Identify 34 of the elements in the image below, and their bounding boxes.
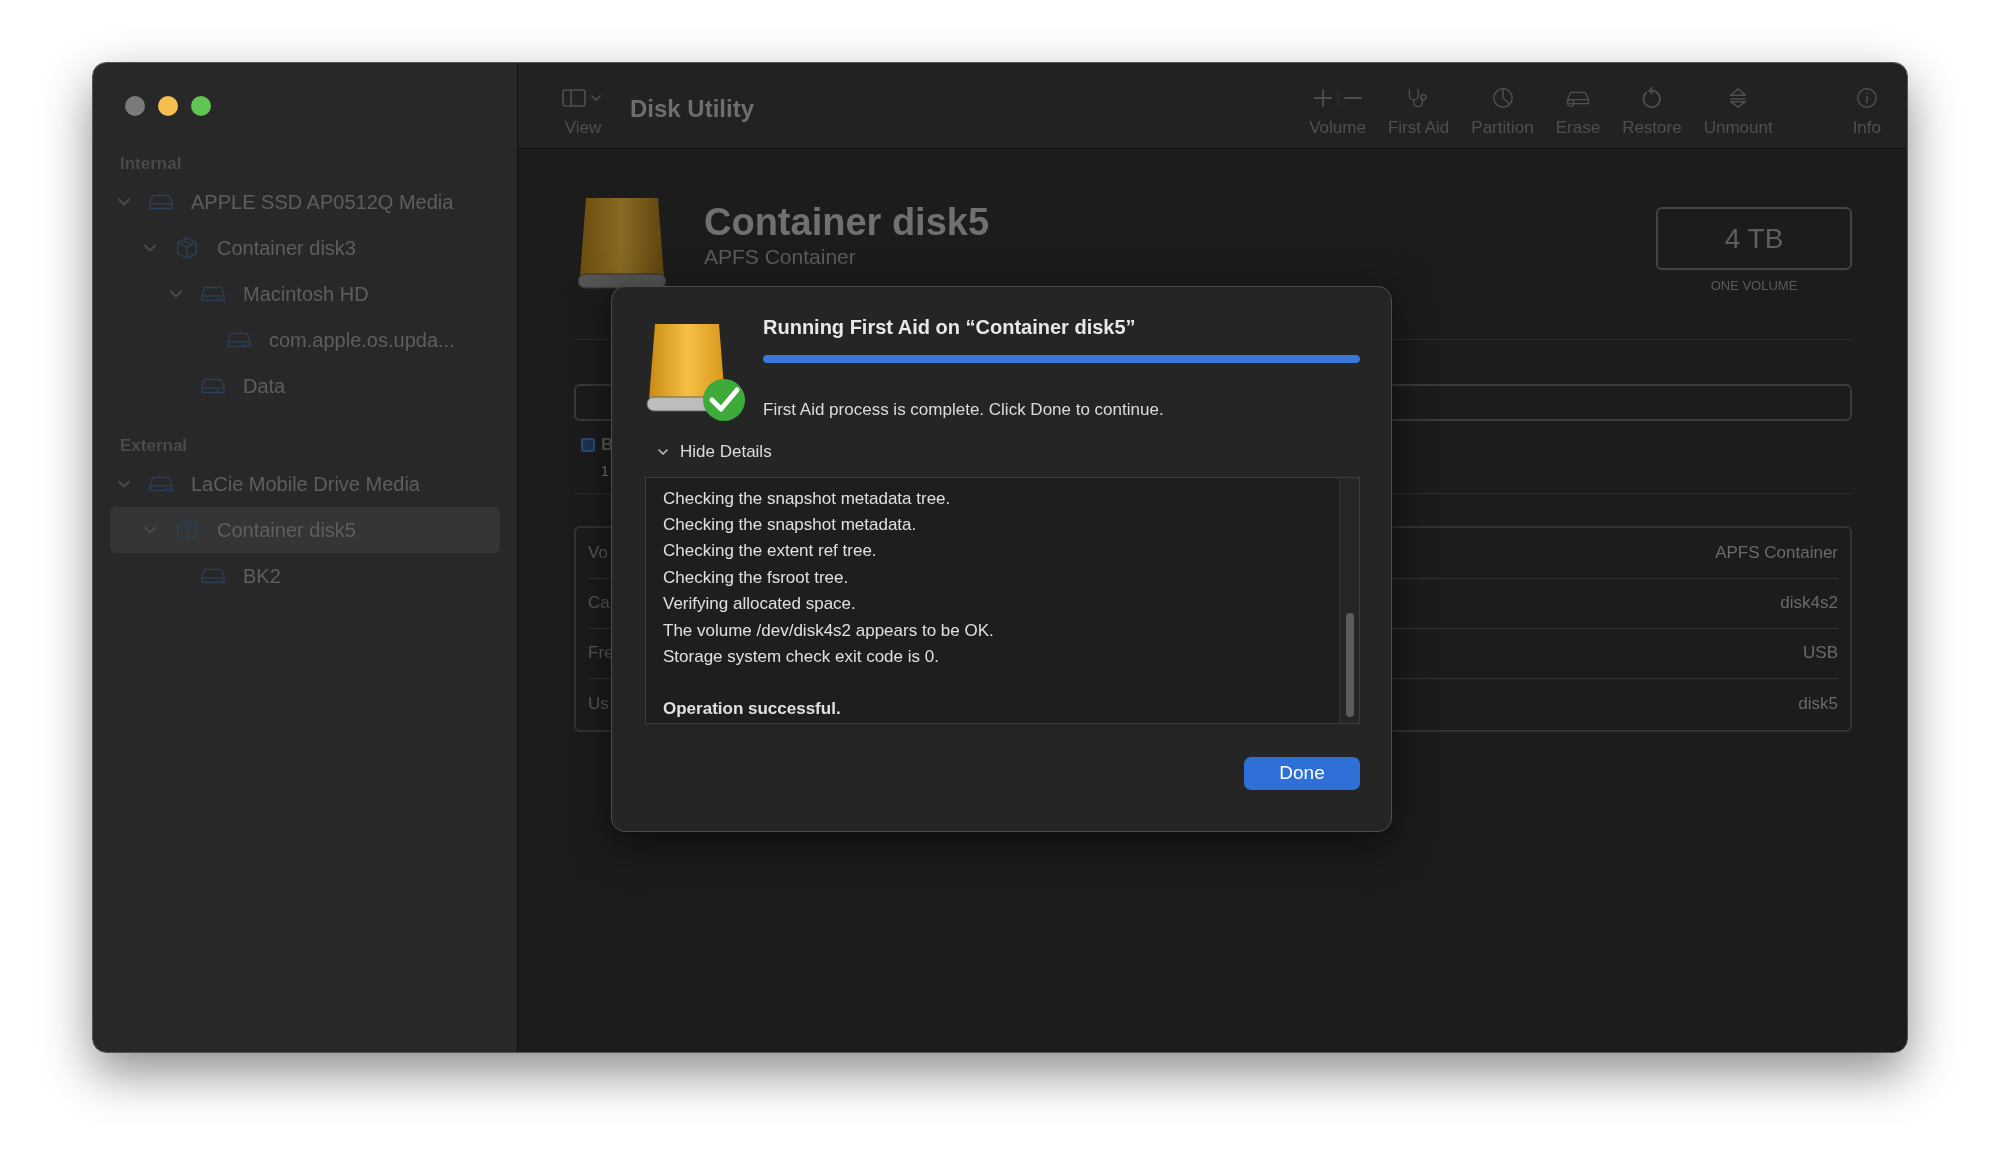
log-line: Checking the fsroot tree. [663, 566, 850, 589]
window-control[interactable] [191, 96, 211, 116]
done-button[interactable]: Done [1244, 756, 1360, 790]
box-icon [174, 518, 200, 542]
table-cell-text: USB [1803, 642, 1838, 665]
log-line: Verifying allocated space. [663, 593, 857, 616]
details-toggle[interactable]: Hide Details [655, 439, 772, 465]
dialog-title: Running First Aid on “Container disk5” [763, 315, 1137, 340]
log-summary: Operation successful. [663, 698, 842, 721]
log-line: Checking the extent ref tree. [663, 540, 878, 563]
plus-minus-icon [1311, 86, 1364, 109]
log-line: The volume /dev/disk4s2 appears to be OK. [663, 619, 995, 642]
scrollbar-thumb[interactable] [1345, 612, 1354, 717]
table-cell-text: Vo [588, 542, 609, 565]
box-icon [174, 236, 200, 260]
legend-swatch [581, 437, 595, 452]
log-line: Storage system check exit code is 0. [663, 645, 940, 668]
table-cell-text: Us [588, 692, 610, 715]
window-title: Disk Utility [630, 93, 755, 124]
table-cell-text: disk4s2 [1780, 592, 1838, 615]
window-control[interactable] [158, 96, 178, 116]
log-line: Checking the snapshot metadata tree. [663, 487, 952, 510]
table-cell-text: Ca [588, 592, 611, 615]
capacity-caption: ONE VOLUME [1710, 277, 1798, 295]
volume-title: Container disk5 [704, 200, 990, 245]
capacity-value: 4 TB [1656, 207, 1852, 270]
sidebar-toggle-icon [562, 87, 604, 108]
table-cell-text: APFS Container [1715, 542, 1838, 565]
volume-subtitle: APFS Container [704, 245, 857, 269]
drive-check-icon [645, 323, 745, 423]
status-message: First Aid process is complete. Click Done to continue. [763, 399, 1165, 421]
legend-value: 1 [601, 461, 610, 481]
table-cell-text: disk5 [1798, 692, 1838, 715]
log-line: Checking the snapshot metadata. [663, 513, 918, 536]
